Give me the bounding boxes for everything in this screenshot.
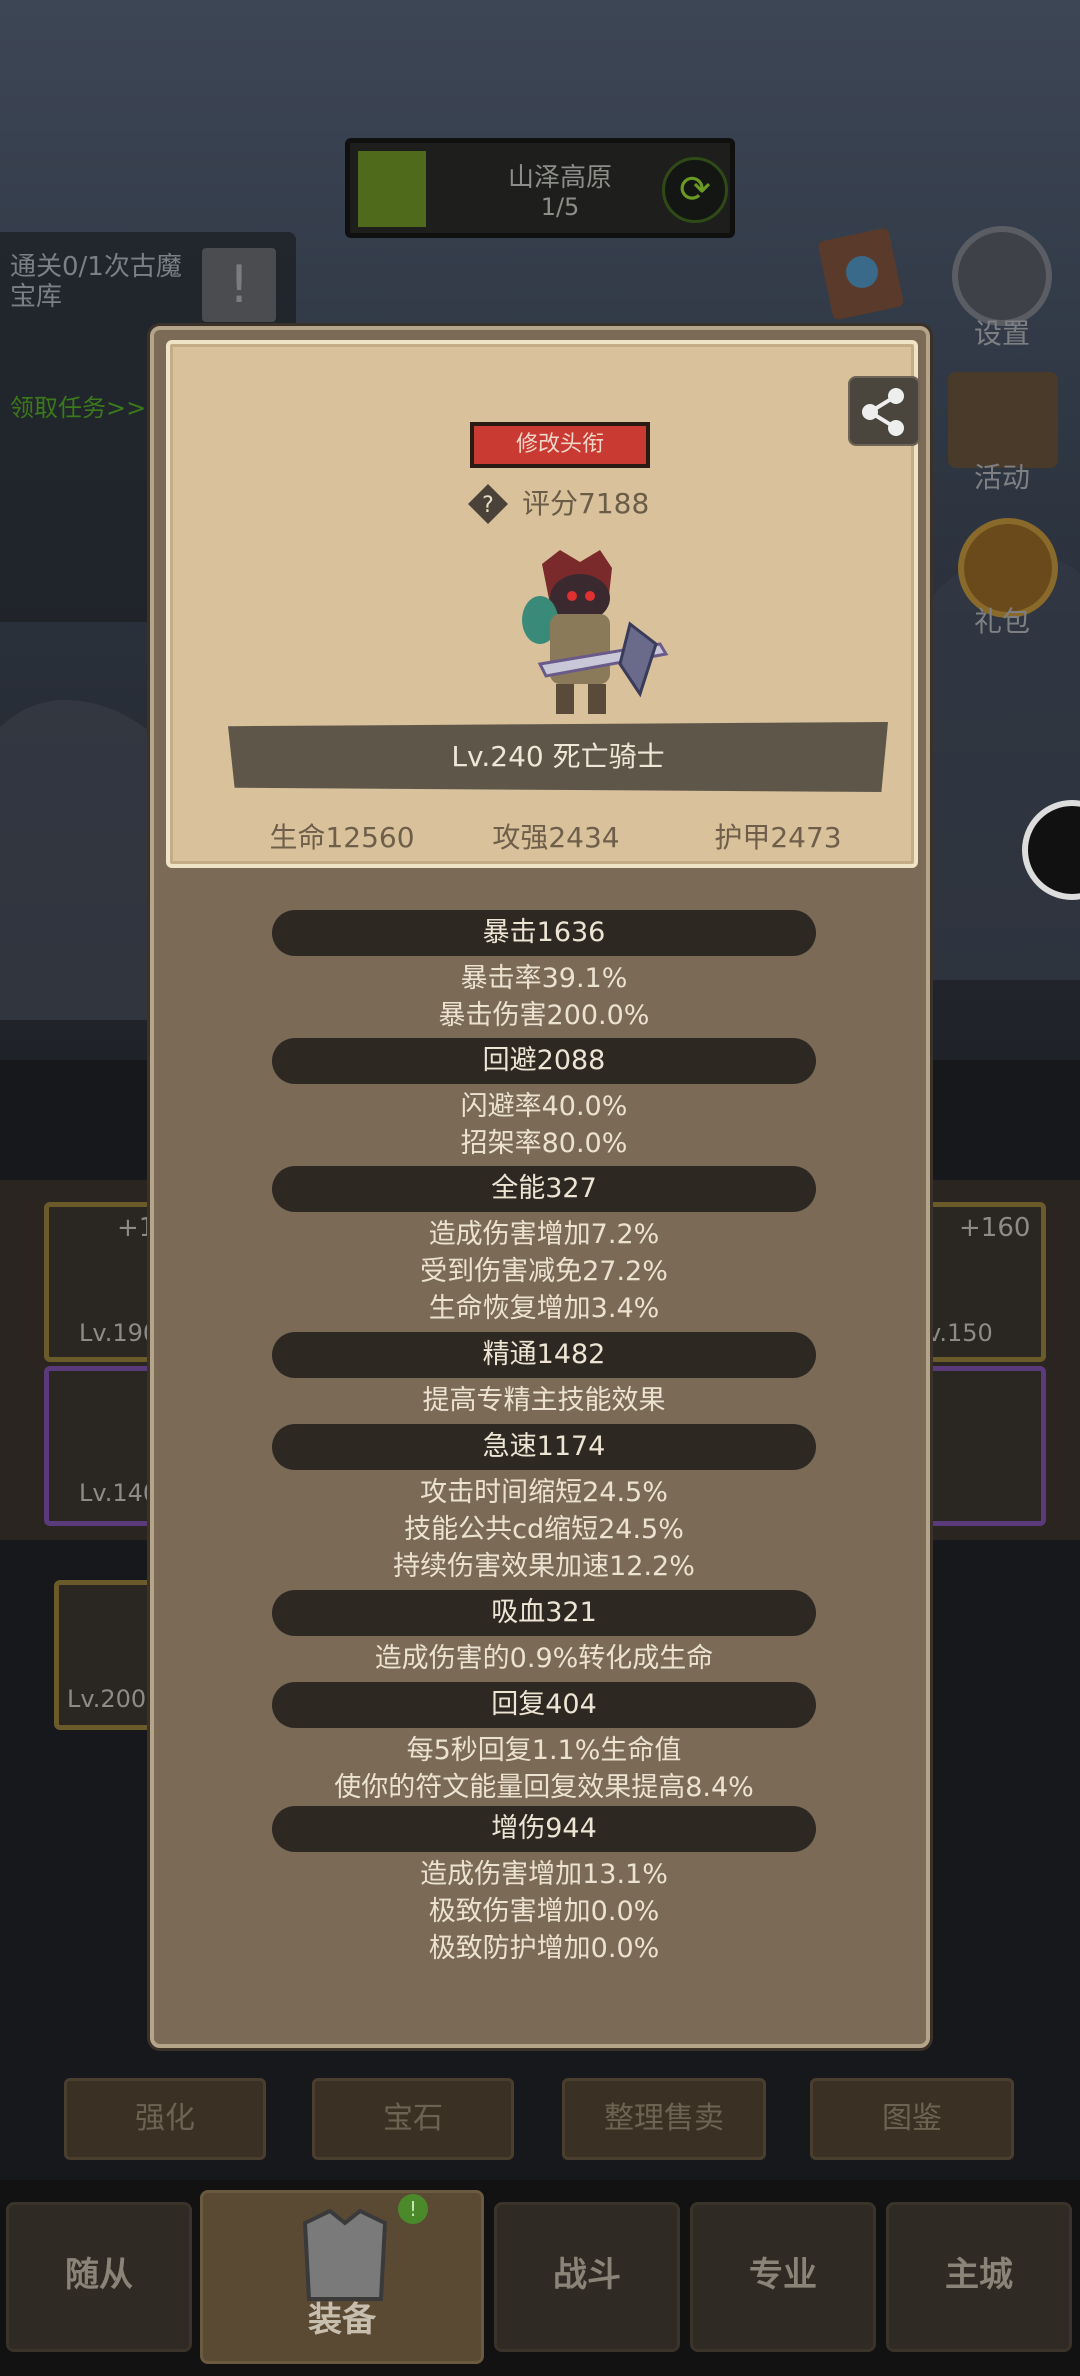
stat-header-dodge: 回避2088 <box>272 1038 816 1084</box>
stat-line: 提高专精主技能效果 <box>422 1385 666 1416</box>
stat-line: 造成伤害增加13.1% <box>420 1859 668 1890</box>
equip-slot[interactable] <box>916 1366 1046 1526</box>
stat-header-mastery: 精通1482 <box>272 1332 816 1378</box>
stage-name: 山泽高原 <box>507 163 612 193</box>
stat-line: 造成伤害增加7.2% <box>428 1219 660 1250</box>
stat-header-recovery: 回复404 <box>272 1682 816 1728</box>
tab-followers[interactable]: 随从 <box>6 2202 192 2352</box>
stat-line: 技能公共cd缩短24.5% <box>404 1514 684 1545</box>
stage-bar[interactable]: 山泽高原 1/5 ⟳ <box>345 138 735 238</box>
svg-text:?: ? <box>482 493 494 518</box>
stat-line: 受到伤害减免27.2% <box>420 1256 668 1287</box>
stat-line: 招架率80.0% <box>460 1128 628 1159</box>
stat-line: 暴击率39.1% <box>460 963 628 994</box>
tab-equipment-label: 装备 <box>308 2300 376 2340</box>
stat-header-lifesteal: 吸血321 <box>272 1590 816 1636</box>
equip-slot[interactable]: +160 v.150 <box>916 1202 1046 1362</box>
share-button[interactable] <box>848 376 920 446</box>
character-stats-popup[interactable]: 修改头衔 ? 评分7188 Lv.240 死亡骑士 生命12560 攻强2434… <box>150 326 930 2048</box>
slot-level: Lv.140 <box>79 1479 159 1507</box>
character-card: 修改头衔 ? 评分7188 Lv.240 死亡骑士 生命12560 攻强2434… <box>166 340 920 868</box>
slot-level: Lv.190 <box>79 1319 159 1347</box>
enhance-button[interactable]: 强化 <box>64 2078 266 2160</box>
sort-sell-button[interactable]: 整理售卖 <box>562 2078 766 2160</box>
quest-claim-link[interactable]: 领取任务>> <box>10 388 146 423</box>
slot-level: Lv.200 <box>67 1685 147 1713</box>
notification-badge: ! <box>398 2194 428 2224</box>
stat-header-versatility: 全能327 <box>272 1166 816 1212</box>
gear-icon[interactable] <box>952 226 1052 326</box>
edit-title-button[interactable]: 修改头衔 <box>470 422 650 468</box>
tab-main-city[interactable]: 主城 <box>886 2202 1072 2352</box>
stat-line: 造成伤害的0.9%转化成生命 <box>374 1643 714 1674</box>
activity-label[interactable]: 活动 <box>942 456 1062 496</box>
slot-level: v.150 <box>927 1319 993 1347</box>
share-icon <box>862 388 904 436</box>
tab-profession[interactable]: 专业 <box>690 2202 876 2352</box>
gift-label[interactable]: 礼包 <box>942 600 1062 640</box>
stat-line: 持续伤害效果加速12.2% <box>393 1551 695 1582</box>
stat-line: 极致伤害增加0.0% <box>428 1896 660 1927</box>
settings-label[interactable]: 设置 <box>942 312 1062 352</box>
stat-header-crit: 暴击1636 <box>272 910 816 956</box>
base-stat-attack: 攻强2434 <box>492 821 620 854</box>
stat-line: 攻击时间缩短24.5% <box>420 1477 668 1508</box>
base-stat-armor: 护甲2473 <box>714 821 842 854</box>
hero-sprite <box>480 544 680 724</box>
stage-progress-block <box>358 151 426 227</box>
stat-line: 生命恢复增加3.4% <box>428 1293 660 1324</box>
gem-button[interactable]: 宝石 <box>312 2078 514 2160</box>
refresh-icon[interactable]: ⟳ <box>662 157 728 223</box>
stat-line: 使你的符文能量回复效果提高8.4% <box>334 1772 754 1803</box>
quest-text: 通关0/1次古魔宝库 <box>10 252 182 312</box>
help-icon[interactable]: ? <box>468 484 508 524</box>
hero-name: Lv.240 死亡骑士 <box>451 740 665 773</box>
scroll-icon[interactable] <box>948 372 1058 468</box>
stat-line: 每5秒回复1.1%生命值 <box>406 1735 682 1766</box>
stage-progress-text: 1/5 <box>540 193 580 221</box>
stat-header-damage-bonus: 增伤944 <box>272 1806 816 1852</box>
stat-line: 极致防护增加0.0% <box>428 1933 660 1964</box>
stat-header-haste: 急速1174 <box>272 1424 816 1470</box>
score: 评分7188 <box>522 487 650 520</box>
stat-line: 闪避率40.0% <box>460 1091 628 1122</box>
slot-enhance: +160 <box>959 1213 1031 1243</box>
stat-line: 暴击伤害200.0% <box>438 1000 650 1031</box>
tab-battle[interactable]: 战斗 <box>494 2202 680 2352</box>
codex-button[interactable]: 图鉴 <box>810 2078 1014 2160</box>
book-icon[interactable] <box>810 220 910 320</box>
exclamation-icon[interactable]: ! <box>202 248 276 322</box>
base-stat-hp: 生命12560 <box>269 821 415 854</box>
